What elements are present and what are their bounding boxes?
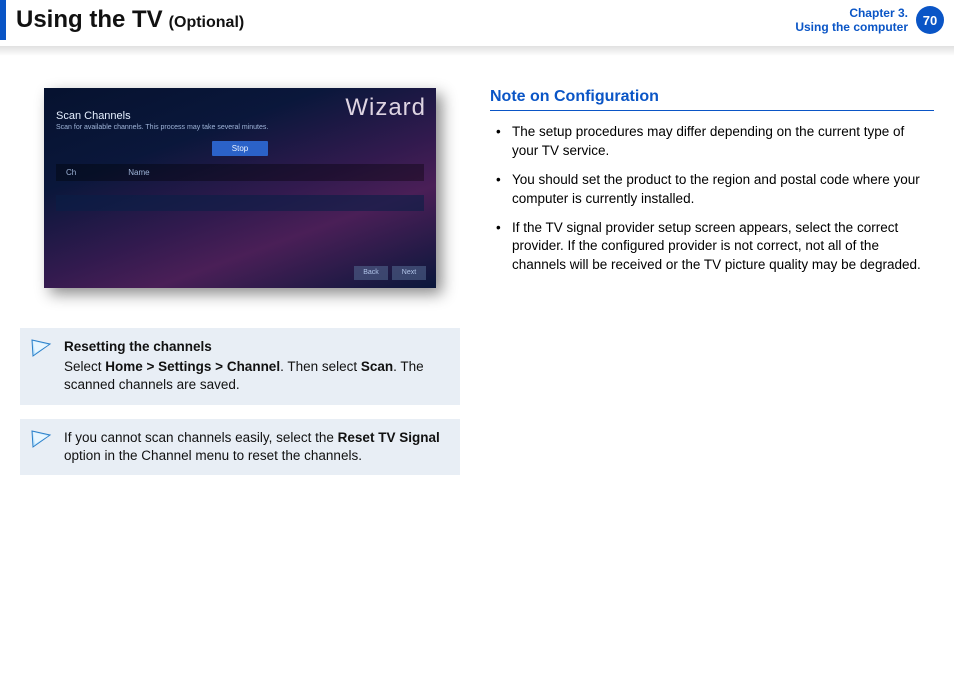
config-bullet: If the TV signal provider setup screen a… xyxy=(490,219,934,276)
wizard-label: Wizard xyxy=(345,94,426,122)
note2-pre: If you cannot scan channels easily, sele… xyxy=(64,430,338,445)
note1-mid: . Then select xyxy=(280,359,361,374)
page-title: Using the TV xyxy=(16,0,163,40)
note-resetting-channels: Resetting the channels Select Home > Set… xyxy=(20,328,460,405)
note-icon xyxy=(30,338,52,363)
page-header: Using the TV (Optional) Chapter 3. Using… xyxy=(0,0,954,40)
note2-option: Reset TV Signal xyxy=(338,430,440,445)
wizard-column-headers: Ch Name xyxy=(56,164,424,181)
note1-pre: Select xyxy=(64,359,105,374)
note2-post: option in the Channel menu to reset the … xyxy=(64,448,362,463)
header-shadow xyxy=(0,46,954,56)
page-number-badge: 70 xyxy=(916,6,944,34)
wizard-scan-subtitle: Scan for available channels. This proces… xyxy=(56,124,424,131)
note1-title: Resetting the channels xyxy=(64,338,448,356)
note-reset-signal: If you cannot scan channels easily, sele… xyxy=(20,419,460,475)
wizard-col-name: Name xyxy=(128,168,149,177)
config-bullet: The setup procedures may differ dependin… xyxy=(490,123,934,161)
config-heading: Note on Configuration xyxy=(490,88,934,111)
title-block: Using the TV (Optional) xyxy=(0,0,244,40)
config-bullets: The setup procedures may differ dependin… xyxy=(490,123,934,275)
page-subtitle: (Optional) xyxy=(169,3,245,43)
chapter-info: Chapter 3. Using the computer 70 xyxy=(795,6,944,35)
wizard-stop-button: Stop xyxy=(212,141,268,156)
chapter-line1: Chapter 3. xyxy=(795,6,908,20)
chapter-line2: Using the computer xyxy=(795,20,908,34)
wizard-next-button: Next xyxy=(392,266,426,280)
wizard-col-ch: Ch xyxy=(66,168,126,177)
wizard-back-button: Back xyxy=(354,266,388,280)
wizard-screenshot: Wizard Scan Channels Scan for available … xyxy=(44,88,436,288)
wizard-row xyxy=(56,195,424,211)
note1-scan: Scan xyxy=(361,359,393,374)
note1-path: Home > Settings > Channel xyxy=(105,359,280,374)
note-icon xyxy=(30,429,52,454)
config-bullet: You should set the product to the region… xyxy=(490,171,934,209)
